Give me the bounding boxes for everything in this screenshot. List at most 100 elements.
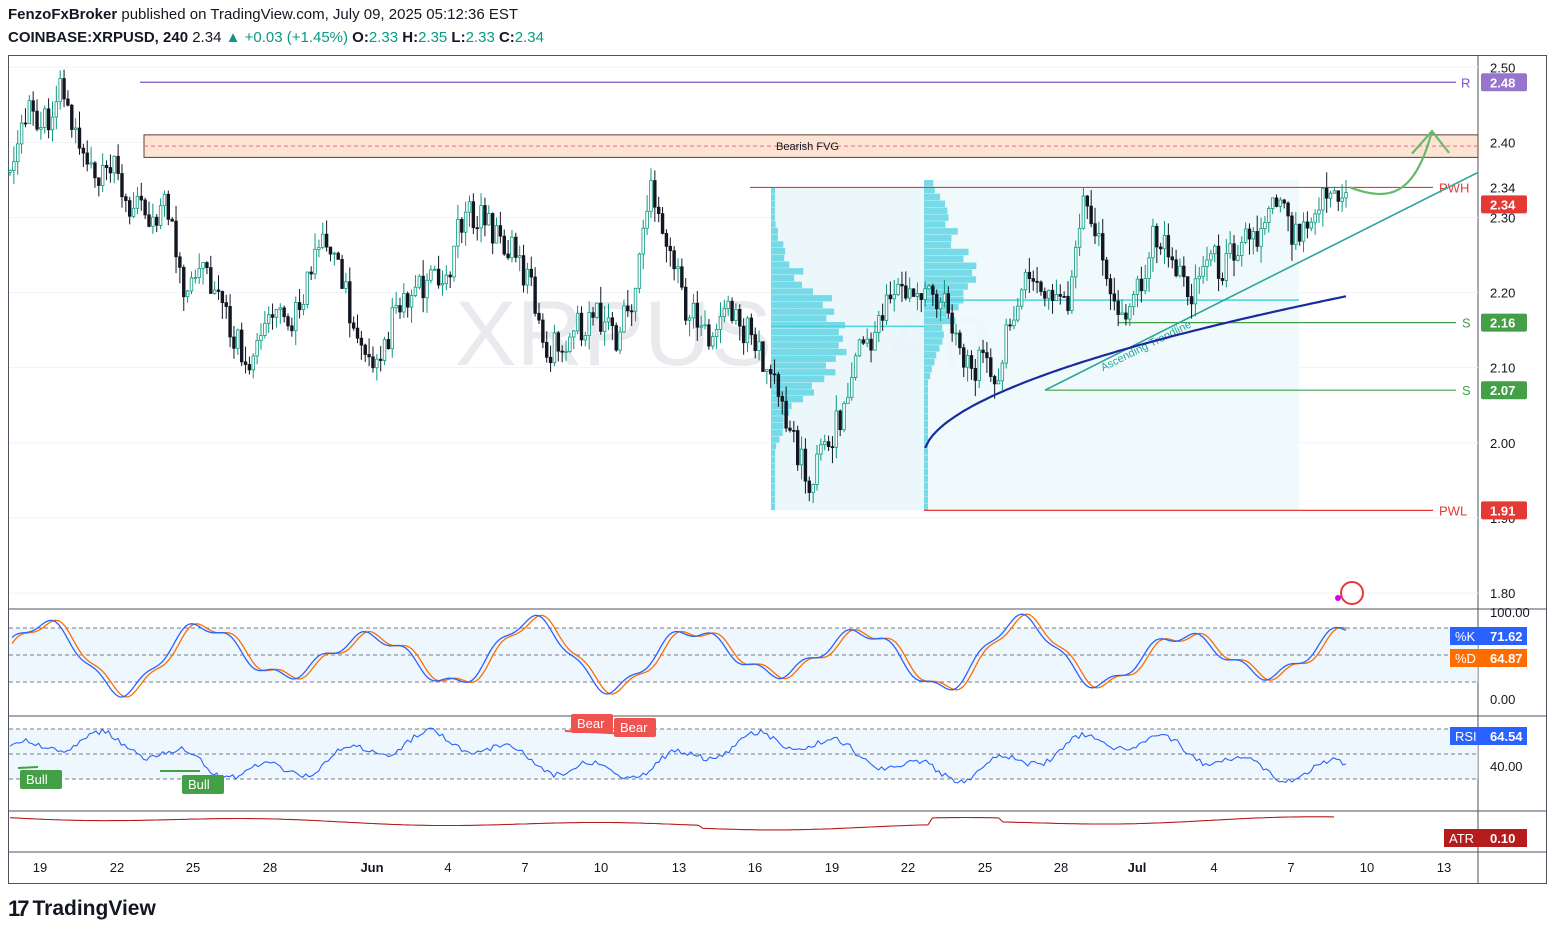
candle <box>348 281 352 324</box>
candle <box>131 207 136 217</box>
candle <box>1074 246 1078 278</box>
candle <box>514 236 518 258</box>
candle <box>216 289 221 292</box>
candle <box>239 329 244 363</box>
candle <box>1000 362 1005 382</box>
volume-profile-bar <box>771 194 775 201</box>
candle <box>23 122 28 125</box>
candle <box>896 283 900 295</box>
candle <box>224 302 228 307</box>
candle <box>938 301 943 310</box>
candle <box>317 246 321 250</box>
tradingview-logo: 17 TradingView <box>8 896 156 922</box>
candle <box>363 344 367 355</box>
candle <box>815 453 819 485</box>
volume-profile-bar <box>924 200 946 208</box>
volume-profile-bar <box>771 281 802 288</box>
candle <box>1135 278 1140 295</box>
volume-profile-bar <box>771 315 827 322</box>
candle <box>653 180 657 208</box>
candle <box>201 262 205 269</box>
candle <box>1166 235 1171 258</box>
time-tick: 4 <box>1210 860 1217 875</box>
chart-canvas[interactable]: XRPUSD, 4hBearish FVGRPWHSSPWLAscending … <box>0 0 1555 931</box>
candle <box>830 446 835 449</box>
candle <box>629 310 634 313</box>
level-badge: 2.16 <box>1490 316 1515 331</box>
candle <box>328 246 333 255</box>
volume-profile-bar <box>924 434 928 442</box>
candle <box>969 355 974 369</box>
time-tick: 25 <box>978 860 992 875</box>
candle <box>915 293 920 297</box>
candle <box>421 275 425 299</box>
candle <box>209 267 213 294</box>
candle <box>162 193 167 207</box>
volume-profile-bar <box>771 470 775 477</box>
candle <box>351 322 356 329</box>
candle <box>1344 192 1348 199</box>
candle <box>1031 278 1035 282</box>
candle <box>942 293 947 303</box>
candle <box>641 227 645 255</box>
candle <box>599 302 603 332</box>
candle <box>112 155 116 174</box>
volume-profile-bar <box>924 331 944 338</box>
signal-label: Bull <box>188 777 210 792</box>
candle <box>1085 195 1089 207</box>
volume-profile-bar <box>771 254 785 262</box>
volume-profile-bar <box>924 407 928 414</box>
candle <box>1263 222 1267 229</box>
candle <box>1321 187 1325 211</box>
candle <box>475 227 479 230</box>
volume-profile-bar <box>771 268 804 275</box>
candle <box>205 262 209 268</box>
candle <box>962 347 966 368</box>
volume-profile-bar <box>924 503 928 510</box>
candle <box>116 155 120 174</box>
candle <box>185 290 190 298</box>
time-tick: Jul <box>1128 860 1147 875</box>
candle <box>1108 278 1113 295</box>
candle <box>626 305 630 312</box>
candle <box>1340 197 1344 202</box>
candle <box>888 294 893 300</box>
candle <box>1112 293 1117 302</box>
tradingview-mark-icon: 17 <box>8 896 30 921</box>
candle <box>332 252 337 255</box>
volume-profile-bar <box>771 200 775 208</box>
volume-profile-bar <box>924 393 928 400</box>
candle <box>591 312 595 318</box>
time-tick: 13 <box>1437 860 1451 875</box>
candle <box>251 355 255 371</box>
candle <box>1170 256 1174 261</box>
candle <box>340 258 344 289</box>
candle <box>189 277 194 292</box>
candle <box>89 162 93 165</box>
candle <box>1158 246 1163 250</box>
candle <box>726 300 730 310</box>
candle <box>212 289 217 294</box>
price-tick: 2.10 <box>1490 361 1515 376</box>
candle <box>336 252 340 260</box>
candle <box>274 308 279 318</box>
candle <box>714 329 719 338</box>
candle <box>1290 215 1294 245</box>
candle <box>1046 289 1051 299</box>
candle <box>1050 289 1055 302</box>
candle <box>259 335 263 341</box>
candle <box>722 308 727 318</box>
candle <box>904 285 908 299</box>
atr-line <box>9 816 1335 831</box>
candle <box>656 206 661 214</box>
candle <box>19 122 24 145</box>
candle <box>382 339 387 361</box>
candle <box>734 308 738 321</box>
volume-profile-bar <box>771 443 777 450</box>
candle <box>46 108 51 131</box>
candle <box>525 268 530 286</box>
time-tick: 28 <box>1054 860 1068 875</box>
candle <box>243 361 248 365</box>
candle <box>873 332 877 351</box>
candle <box>267 314 271 324</box>
